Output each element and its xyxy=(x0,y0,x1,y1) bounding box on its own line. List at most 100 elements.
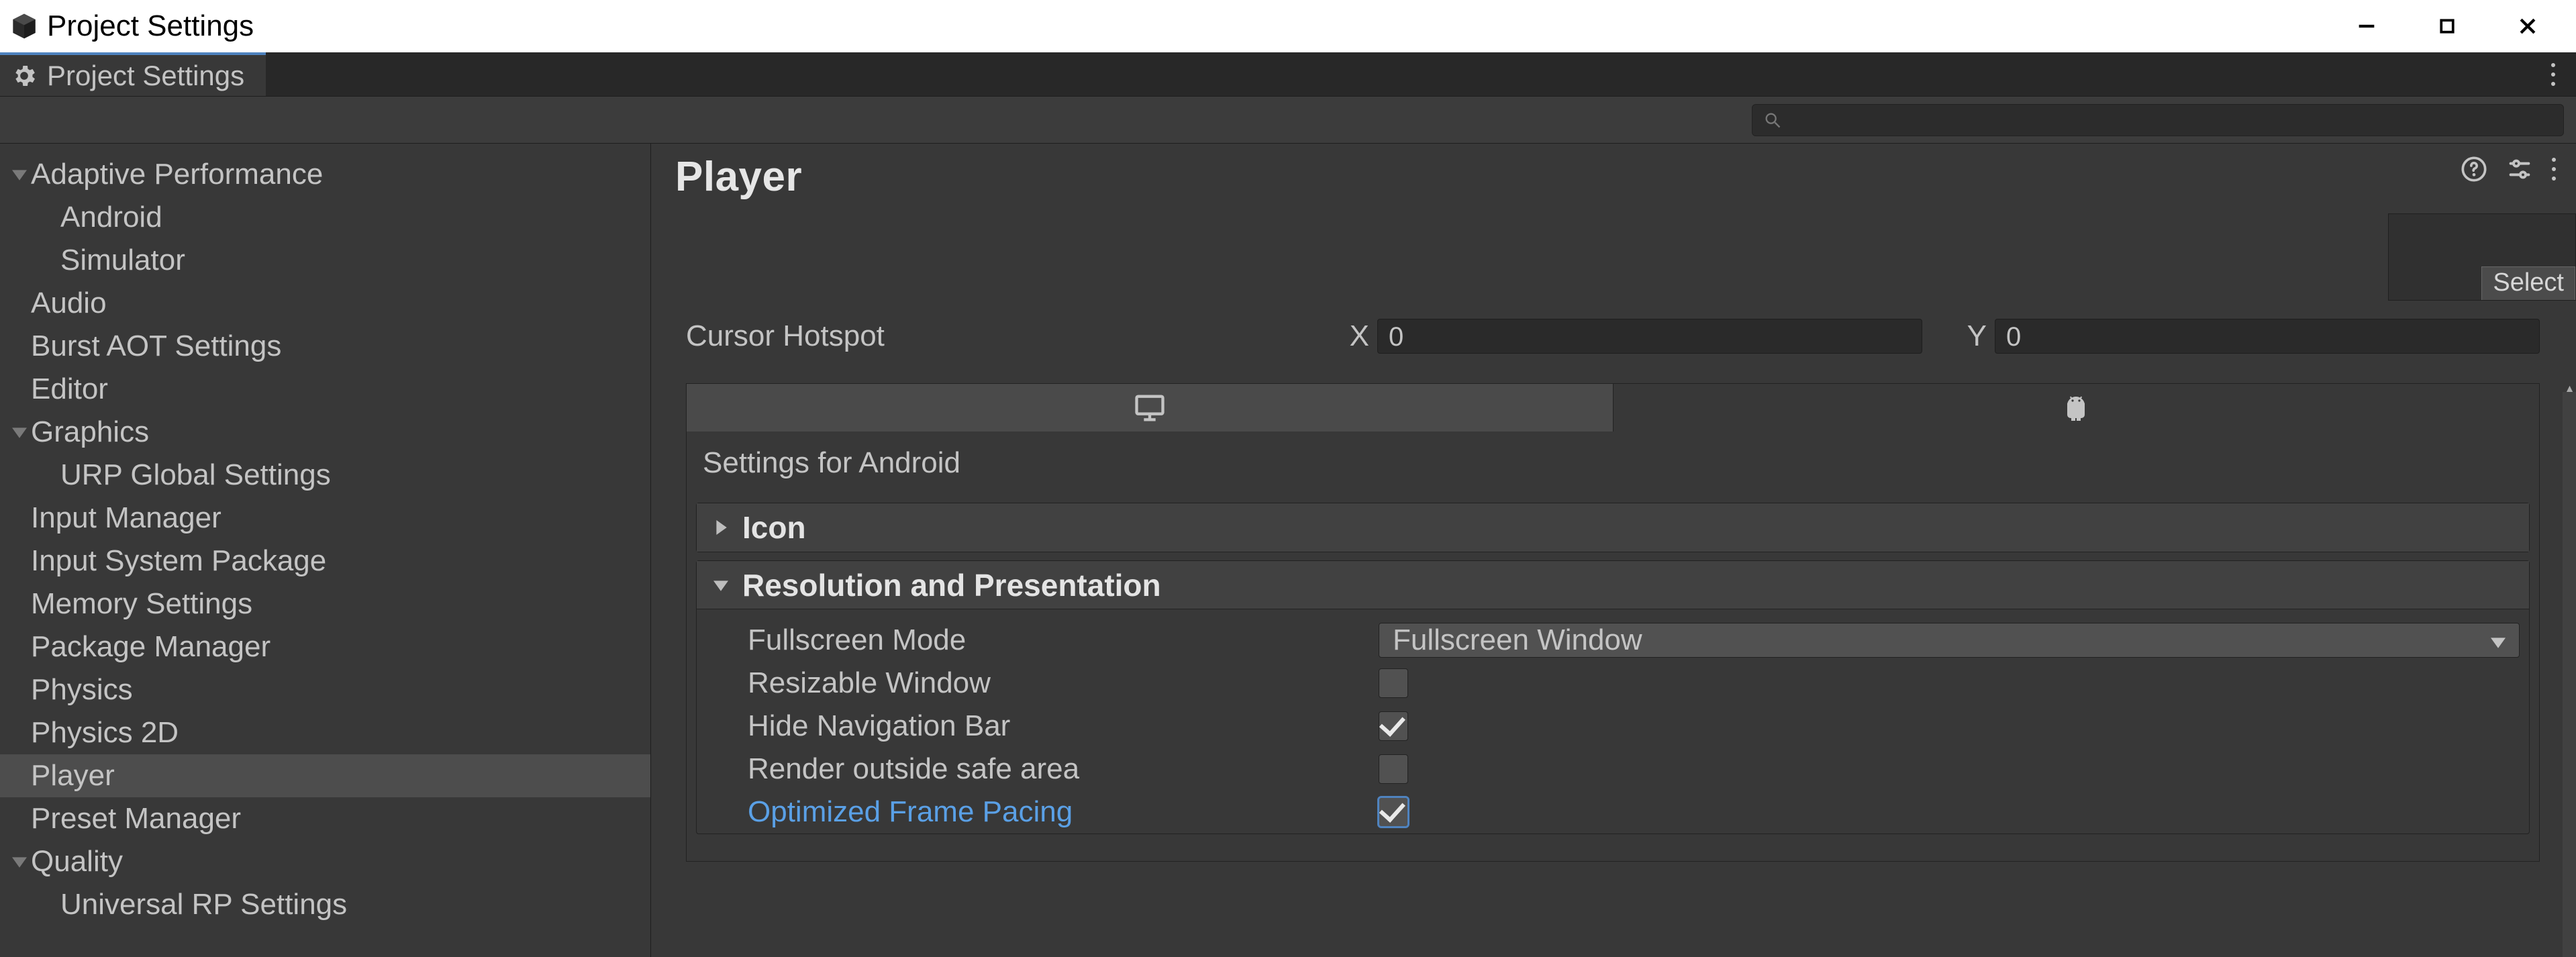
cursor-hotspot-x-label: X xyxy=(1337,319,1377,353)
caret-right-icon xyxy=(711,520,730,535)
row-render-outside-safe: Render outside safe area xyxy=(706,748,2520,791)
minimize-button[interactable] xyxy=(2326,0,2407,52)
sidebar-item-input-system[interactable]: Input System Package xyxy=(0,540,650,583)
page-title: Player xyxy=(675,153,802,201)
sidebar-item-label: Package Manager xyxy=(31,630,270,664)
kebab-icon xyxy=(2551,63,2555,86)
preset-button[interactable] xyxy=(2506,156,2533,183)
cursor-hotspot-x-input[interactable]: 0 xyxy=(1377,319,1922,354)
sidebar-item-simulator[interactable]: Simulator xyxy=(0,239,650,282)
sidebar-item-label: Memory Settings xyxy=(31,587,252,621)
search-field[interactable] xyxy=(1752,104,2564,136)
android-icon xyxy=(2060,392,2092,424)
sidebar-item-physics[interactable]: Physics xyxy=(0,668,650,711)
sidebar-item-audio[interactable]: Audio xyxy=(0,282,650,325)
sidebar-item-memory-settings[interactable]: Memory Settings xyxy=(0,583,650,625)
sidebar-item-urp-global[interactable]: URP Global Settings xyxy=(0,454,650,497)
caret-down-icon xyxy=(711,578,730,593)
sidebar-item-preset-manager[interactable]: Preset Manager xyxy=(0,797,650,840)
texture-object-field[interactable]: Select xyxy=(2388,213,2576,301)
label-optimized-frame-pacing: Optimized Frame Pacing xyxy=(748,795,1379,829)
sidebar-item-label: Quality xyxy=(31,845,123,878)
checkbox-render-outside-safe[interactable] xyxy=(1379,754,1408,784)
chevron-down-icon xyxy=(2491,623,2506,657)
cursor-hotspot-row: Cursor Hotspot X 0 Y 0 xyxy=(651,319,2576,354)
panel-resolution: Resolution and Presentation Fullscreen M… xyxy=(696,560,2530,834)
sidebar-item-adaptive-performance[interactable]: Adaptive Performance xyxy=(0,153,650,196)
help-button[interactable] xyxy=(2461,156,2487,183)
tab-context-menu-button[interactable] xyxy=(2540,52,2567,96)
label-hide-nav-bar: Hide Navigation Bar xyxy=(748,709,1379,743)
label-fullscreen-mode: Fullscreen Mode xyxy=(748,623,1379,657)
platform-subtitle: Settings for Android xyxy=(687,432,2539,495)
platform-tab-android[interactable] xyxy=(1614,384,2540,432)
sidebar-item-label: Universal RP Settings xyxy=(60,888,347,921)
close-button[interactable] xyxy=(2487,0,2568,52)
cursor-hotspot-y-label: Y xyxy=(1954,319,1995,353)
caret-down-icon xyxy=(8,854,31,869)
tab-label: Project Settings xyxy=(47,60,244,92)
checkbox-optimized-frame-pacing[interactable] xyxy=(1379,797,1408,827)
sidebar-item-android[interactable]: Android xyxy=(0,196,650,239)
window-title: Project Settings xyxy=(47,9,254,43)
panel-resolution-header[interactable]: Resolution and Presentation xyxy=(697,561,2529,609)
row-optimized-frame-pacing: Optimized Frame Pacing xyxy=(706,791,2520,834)
sidebar-item-universal-rp[interactable]: Universal RP Settings xyxy=(0,883,650,926)
sidebar-item-label: Editor xyxy=(31,372,108,406)
row-resizable-window: Resizable Window xyxy=(706,662,2520,705)
header-context-menu-button[interactable] xyxy=(2552,158,2556,181)
platform-tab-standalone[interactable] xyxy=(687,384,1614,432)
sidebar-item-graphics[interactable]: Graphics xyxy=(0,411,650,454)
tab-project-settings[interactable]: Project Settings xyxy=(0,52,266,96)
caret-down-icon xyxy=(8,167,31,182)
panel-icon: Icon xyxy=(696,503,2530,552)
maximize-button[interactable] xyxy=(2407,0,2487,52)
sidebar-item-label: Audio xyxy=(31,287,107,320)
unity-app-icon xyxy=(9,11,39,41)
kebab-icon xyxy=(2552,158,2556,181)
row-hide-nav-bar: Hide Navigation Bar xyxy=(706,705,2520,748)
sidebar-item-burst-aot[interactable]: Burst AOT Settings xyxy=(0,325,650,368)
label-render-outside-safe: Render outside safe area xyxy=(748,752,1379,786)
sliders-icon xyxy=(2506,156,2533,183)
sidebar-item-label: Input System Package xyxy=(31,544,326,578)
sidebar-item-physics-2d[interactable]: Physics 2D xyxy=(0,711,650,754)
checkbox-resizable-window[interactable] xyxy=(1379,668,1408,698)
sidebar-item-label: Adaptive Performance xyxy=(31,158,323,191)
settings-content: Player Select ▴ xyxy=(651,144,2576,957)
search-icon xyxy=(1763,111,1782,130)
sidebar-item-input-manager[interactable]: Input Manager xyxy=(0,497,650,540)
panel-resolution-title: Resolution and Presentation xyxy=(742,567,1161,603)
sidebar-item-label: URP Global Settings xyxy=(60,458,331,492)
monitor-icon xyxy=(1132,391,1167,425)
sidebar-item-player[interactable]: Player xyxy=(0,754,650,797)
tab-strip: Project Settings xyxy=(0,52,2576,97)
sidebar-item-label: Preset Manager xyxy=(31,802,241,836)
checkbox-hide-nav-bar[interactable] xyxy=(1379,711,1408,741)
sidebar-item-editor[interactable]: Editor xyxy=(0,368,650,411)
sidebar-item-package-manager[interactable]: Package Manager xyxy=(0,625,650,668)
caret-down-icon xyxy=(8,425,31,440)
sidebar-item-label: Android xyxy=(60,201,162,234)
sidebar-item-label: Physics xyxy=(31,673,133,707)
help-icon xyxy=(2461,156,2487,183)
sidebar-item-label: Simulator xyxy=(60,244,185,277)
sidebar-item-label: Player xyxy=(31,759,115,793)
sidebar-item-quality[interactable]: Quality xyxy=(0,840,650,883)
settings-sidebar: Adaptive Performance Android Simulator A… xyxy=(0,144,651,957)
window-titlebar: Project Settings xyxy=(0,0,2576,52)
label-resizable-window: Resizable Window xyxy=(748,666,1379,700)
platform-tabs xyxy=(686,383,2540,432)
search-input[interactable] xyxy=(1791,107,2553,133)
cursor-hotspot-label: Cursor Hotspot xyxy=(686,319,1337,353)
cursor-hotspot-y-input[interactable]: 0 xyxy=(1995,319,2540,354)
dropdown-fullscreen-mode[interactable]: Fullscreen Window xyxy=(1379,623,2520,658)
gear-icon xyxy=(11,62,38,89)
select-button[interactable]: Select xyxy=(2481,266,2575,300)
content-scrollbar[interactable] xyxy=(2563,392,2576,957)
panel-icon-header[interactable]: Icon xyxy=(697,503,2529,552)
sidebar-item-label: Burst AOT Settings xyxy=(31,330,281,363)
sidebar-item-label: Physics 2D xyxy=(31,716,179,750)
panel-icon-title: Icon xyxy=(742,509,806,546)
sidebar-item-label: Graphics xyxy=(31,415,149,449)
